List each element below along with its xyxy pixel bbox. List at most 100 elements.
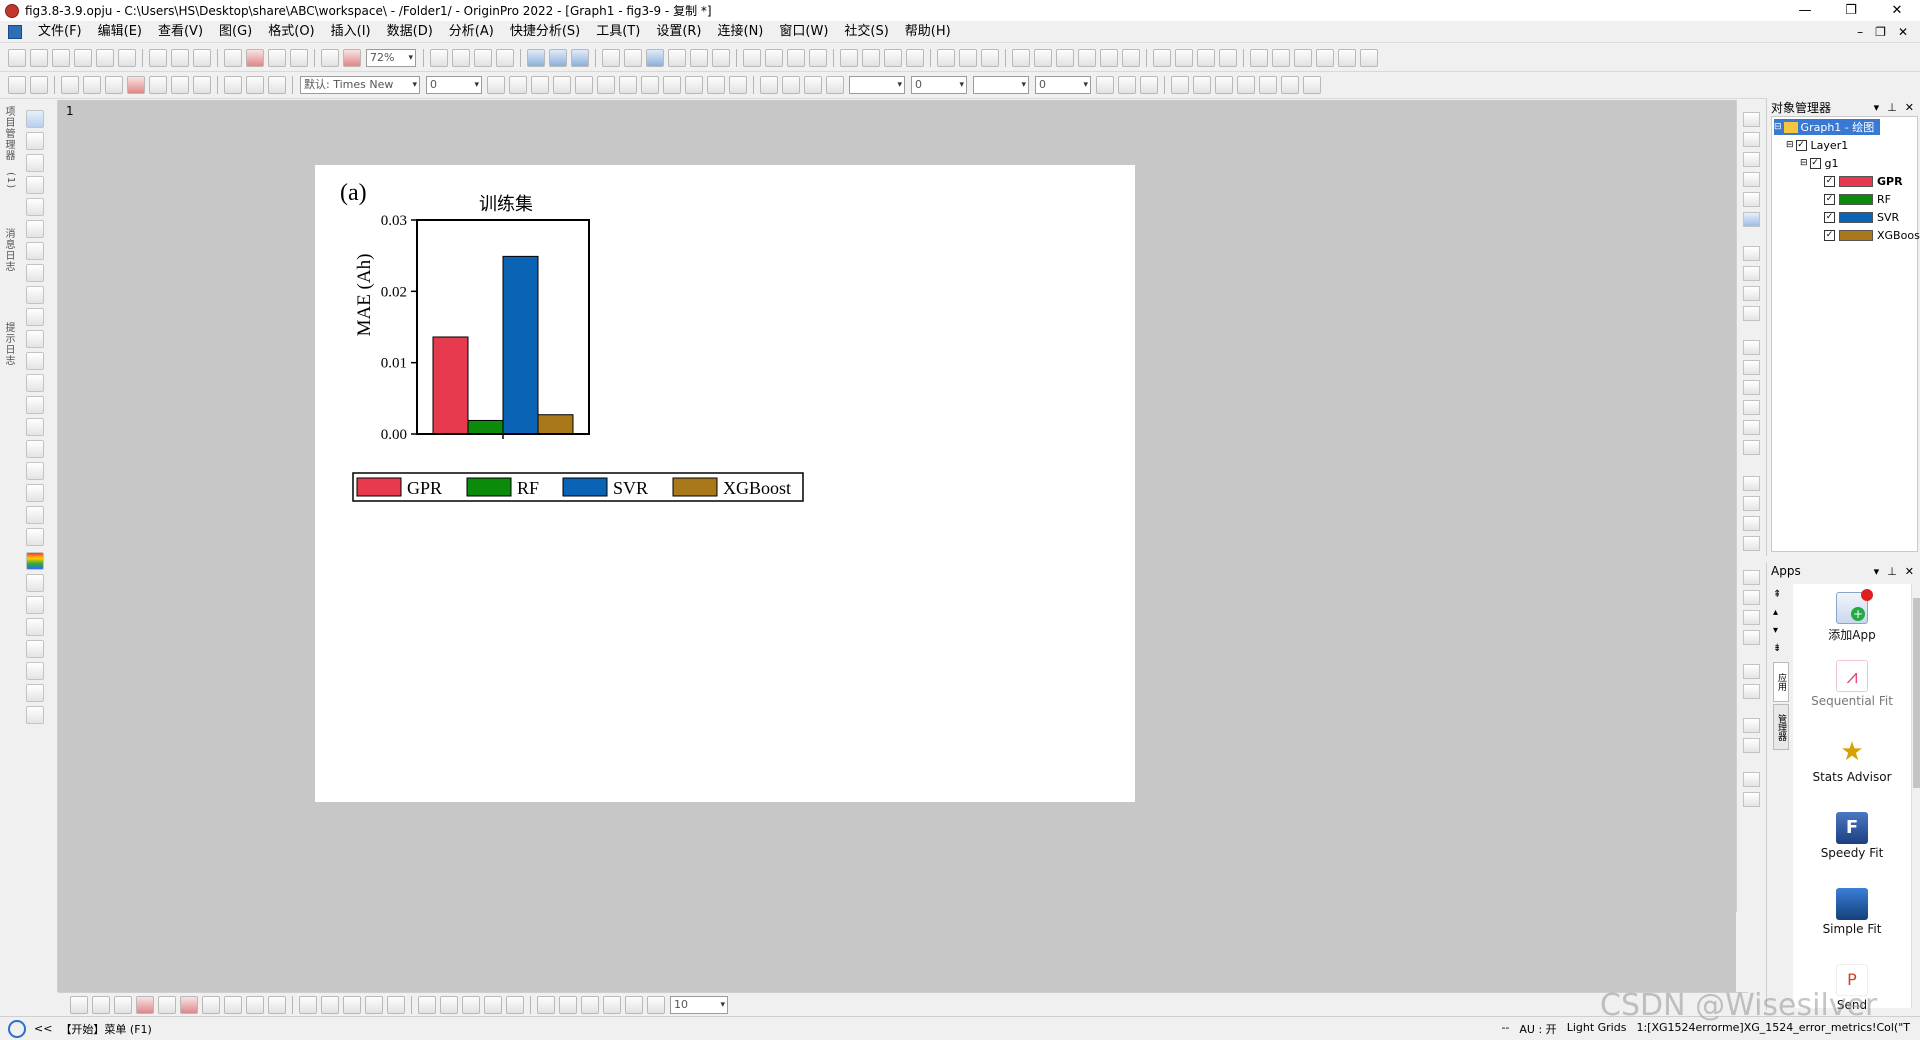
border-icon[interactable] — [707, 76, 725, 94]
area-plot-icon[interactable] — [202, 995, 220, 1014]
distribute-h-icon[interactable] — [1215, 76, 1233, 94]
lock-object-icon[interactable] — [1743, 684, 1760, 699]
pattern-icon[interactable] — [1096, 76, 1114, 94]
plot-checkbox[interactable]: ✓ — [1824, 211, 1835, 223]
layer-checkbox[interactable]: ✓ — [1795, 139, 1807, 151]
filter-clear-icon[interactable] — [959, 49, 977, 67]
add-column-icon[interactable] — [743, 49, 761, 67]
arrow-forward-end-icon[interactable] — [1360, 49, 1378, 67]
add-plot-icon[interactable] — [149, 76, 167, 94]
app-speedy-fit[interactable]: F Speedy Fit — [1793, 812, 1911, 860]
draw-data-icon[interactable] — [26, 286, 44, 304]
link-layer-icon[interactable] — [1743, 792, 1760, 807]
stack-chart-icon[interactable] — [906, 49, 924, 67]
print-icon[interactable] — [430, 49, 448, 67]
bar-chart-icon[interactable] — [884, 49, 902, 67]
merge-graphs-icon[interactable] — [1743, 266, 1760, 281]
region-mask-icon[interactable] — [26, 264, 44, 282]
scale-bar-icon[interactable] — [26, 662, 44, 680]
mdi-close-button[interactable]: ✕ — [1898, 25, 1908, 39]
menu-tools[interactable]: 工具(T) — [588, 21, 648, 43]
annotation-icon[interactable] — [26, 330, 44, 348]
first-sheet-icon[interactable] — [1153, 49, 1171, 67]
scale-tool-icon[interactable] — [26, 176, 44, 194]
ellipse-tool-icon[interactable] — [26, 418, 44, 436]
search-icon[interactable] — [8, 1019, 26, 1038]
increase-font-icon[interactable] — [641, 76, 659, 94]
tree-graph-node[interactable]: ⊟ Graph1 - 绘图 — [1774, 119, 1881, 135]
font-color-icon[interactable] — [729, 76, 747, 94]
apps-pin-icon[interactable]: ⊥ — [1887, 565, 1897, 578]
border-style-icon[interactable] — [1118, 76, 1136, 94]
bar-xgboost[interactable] — [537, 414, 574, 435]
heatmap-icon[interactable] — [387, 995, 405, 1014]
zoom-tool-icon[interactable] — [646, 49, 664, 67]
new-workbook-icon[interactable] — [52, 49, 70, 67]
tree-group-node[interactable]: ⊟ ✓ g1 — [1800, 155, 1839, 171]
3d-scatter-icon[interactable] — [343, 995, 361, 1014]
perspective-icon[interactable] — [537, 995, 555, 1014]
table-tool-icon[interactable] — [26, 706, 44, 724]
worksheet-fill-icon[interactable] — [30, 76, 48, 94]
close-button[interactable]: ✕ — [1874, 0, 1920, 21]
new-excel-icon[interactable] — [74, 49, 92, 67]
new-project-icon[interactable] — [8, 49, 26, 67]
new-graph-icon[interactable] — [149, 49, 167, 67]
subscript-icon[interactable] — [575, 76, 593, 94]
sort-icon[interactable] — [809, 49, 827, 67]
histogram-icon[interactable] — [840, 49, 858, 67]
swap-layer-icon[interactable] — [1743, 772, 1760, 787]
apps-tab[interactable]: 应用 — [1773, 662, 1789, 702]
none-column-icon[interactable] — [1122, 49, 1140, 67]
bar-chart[interactable]: (a) 训练集 MAE (Ah) 0.00 0.01 0.02 0.03 GPR RF S… — [315, 165, 1135, 802]
screen-reader-icon[interactable] — [690, 49, 708, 67]
mask-icon[interactable] — [1012, 49, 1030, 67]
menu-file[interactable]: 文件(F) — [30, 21, 90, 43]
3d-surface-icon[interactable] — [299, 995, 317, 1014]
same-width-icon[interactable] — [1743, 570, 1760, 585]
zoom-combo[interactable]: 72% — [366, 49, 416, 67]
row-props-icon[interactable] — [83, 76, 101, 94]
statistical-plot-icon[interactable] — [180, 995, 198, 1014]
rescale-to-show-all-icon[interactable] — [1743, 112, 1760, 127]
multi-panel-icon[interactable] — [158, 995, 176, 1014]
add-layer-icon[interactable] — [1743, 246, 1760, 261]
save-project-icon[interactable] — [268, 49, 286, 67]
bold-icon[interactable] — [487, 76, 505, 94]
underline-icon[interactable] — [531, 76, 549, 94]
worksheet-tools-icon[interactable] — [8, 76, 26, 94]
gauge-icon[interactable] — [26, 574, 44, 592]
layer-contents-icon[interactable] — [1743, 306, 1760, 321]
data-brush-icon[interactable] — [26, 242, 44, 260]
layer-management-icon[interactable] — [602, 49, 620, 67]
rotate-left-icon[interactable] — [418, 995, 436, 1014]
graph-page[interactable]: (a) 训练集 MAE (Ah) 0.00 0.01 0.02 0.03 GPR RF S… — [315, 165, 1135, 802]
statistics-icon[interactable] — [787, 49, 805, 67]
folder-tool-icon[interactable] — [26, 684, 44, 702]
column-chart-icon[interactable] — [862, 49, 880, 67]
line-symbol-icon[interactable] — [114, 995, 132, 1014]
grid-view-icon[interactable] — [506, 995, 524, 1014]
front-icon[interactable] — [1281, 76, 1299, 94]
unmerge-icon[interactable] — [1193, 76, 1211, 94]
project-explorer-icon[interactable] — [496, 49, 514, 67]
group-icon[interactable] — [193, 76, 211, 94]
arrow-forward-icon[interactable] — [1338, 49, 1356, 67]
add-corner-icon[interactable] — [1743, 420, 1760, 435]
size-combo[interactable]: 10 — [670, 995, 728, 1014]
superscript-icon[interactable] — [553, 76, 571, 94]
lock-icon[interactable] — [1259, 76, 1277, 94]
recalculate-icon[interactable] — [343, 49, 361, 67]
add-box-icon[interactable] — [1743, 400, 1760, 415]
align-top-icon[interactable] — [1743, 516, 1760, 531]
save-template-icon[interactable] — [290, 49, 308, 67]
apps-scroll-bottom-icon[interactable]: ⇟ — [1773, 640, 1781, 658]
object-tool-icon[interactable] — [26, 506, 44, 524]
new-notes-icon[interactable] — [193, 49, 211, 67]
menu-quick-analysis[interactable]: 快捷分析(S) — [502, 21, 588, 43]
shrink-icon[interactable] — [581, 995, 599, 1014]
3d-plot-icon[interactable] — [268, 995, 286, 1014]
rotate-right-icon[interactable] — [440, 995, 458, 1014]
apps-dropdown-icon[interactable]: ▾ — [1874, 565, 1880, 578]
line-style-combo[interactable] — [849, 76, 905, 94]
